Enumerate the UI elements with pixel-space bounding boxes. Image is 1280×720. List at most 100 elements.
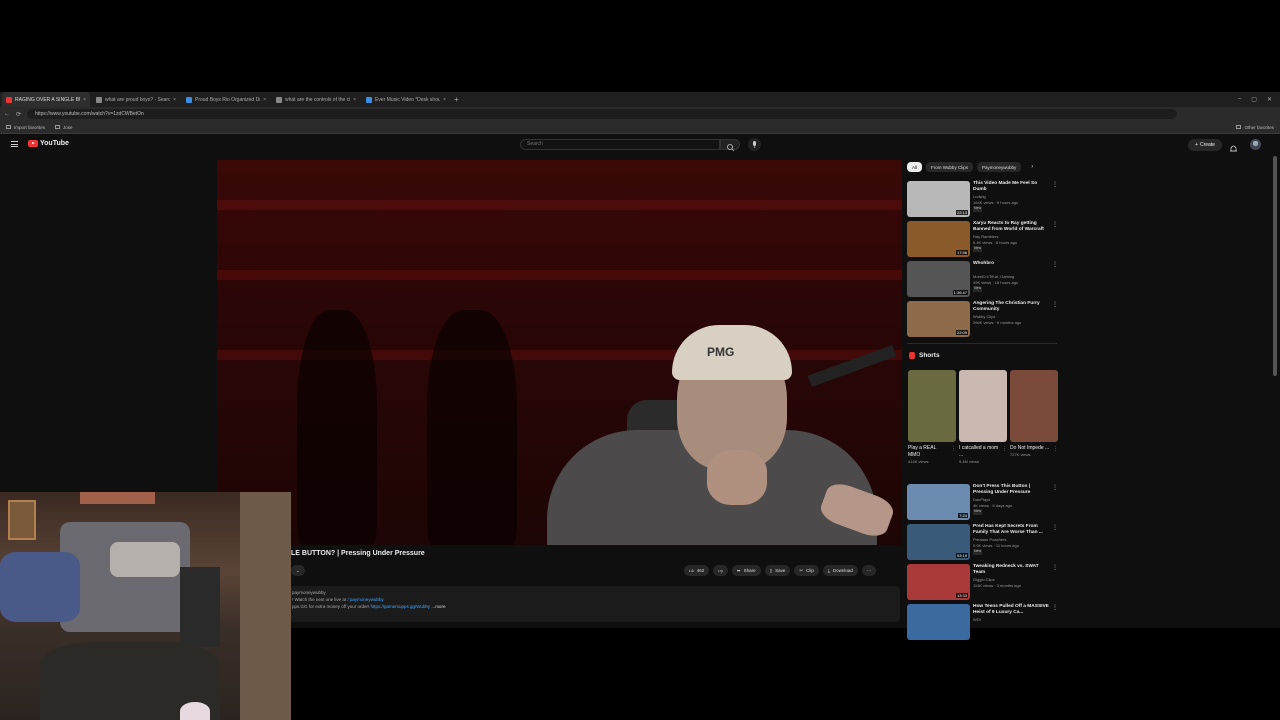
more-options-icon[interactable]: ⋮ — [1052, 604, 1058, 611]
close-tab-icon[interactable]: × — [263, 97, 266, 103]
recommended-video[interactable]: 17:56 Xaryu Reacts to Ray getting Banned … — [907, 221, 1059, 257]
search-button[interactable] — [720, 139, 740, 152]
recommended-video[interactable]: How Teens Pulled Off a MASSIVE Heist of … — [907, 604, 1059, 640]
short-video[interactable]: Do Not Impede ... 727K views ⋮ — [1010, 370, 1058, 457]
sponsor-link[interactable]: https://gamersupps.gg/Wubby — [370, 604, 430, 609]
video-thumbnail[interactable]: 22:09 — [907, 301, 970, 337]
recommended-title[interactable]: Xaryu Reacts to Ray getting Banned from … — [973, 221, 1051, 233]
video-description[interactable]: paymoneywubby ! Watch the next one live … — [290, 586, 900, 622]
video-thumbnail[interactable]: 22:13 — [907, 181, 970, 217]
video-thumbnail[interactable]: 53:19 — [907, 524, 970, 560]
more-options-icon[interactable]: ⋮ — [1052, 301, 1058, 308]
chevron-right-icon[interactable]: › — [1031, 164, 1033, 170]
url-field[interactable]: https://www.youtube.com/watch?v=1zdCWBet… — [27, 109, 1178, 119]
browser-tab[interactable]: what are the controls of the circu × — [272, 92, 360, 107]
short-title[interactable]: Do Not Impede ... — [1010, 445, 1050, 452]
browser-tab[interactable]: what are proud boys? - Search × — [92, 92, 180, 107]
maximize-icon[interactable]: ▢ — [1251, 96, 1257, 103]
notifications-bell-icon[interactable] — [1229, 140, 1238, 152]
save-button[interactable]: ▯ Save — [764, 565, 791, 576]
video-thumbnail[interactable]: 1:36:47 — [907, 261, 970, 297]
menu-icon[interactable] — [11, 141, 18, 147]
chip-all[interactable]: All — [907, 162, 923, 172]
short-video[interactable]: I catcalled a mom ... 9.4M views ⋮ — [959, 370, 1007, 464]
short-title[interactable]: Play a REAL MMO — [908, 445, 948, 459]
more-options-icon[interactable]: ⋮ — [1052, 484, 1058, 491]
short-views: 727K views — [1010, 452, 1031, 457]
bookmark-import-favorites[interactable]: Import favorites — [6, 125, 45, 130]
like-button[interactable]: 👍︎ 462 — [684, 565, 710, 576]
youtube-header: YouTube Search + Create — [0, 134, 1280, 156]
recommended-video[interactable]: 22:09 Angering The Christian Furry Commun… — [907, 301, 1059, 337]
close-icon[interactable]: ✕ — [1267, 96, 1272, 103]
channel-name[interactable]: MoistCr1TiKaL Gaming — [973, 274, 1018, 280]
recommended-video[interactable]: 1:36:47 Whohbro MoistCr1TiKaL Gaming 49K vi… — [907, 261, 1059, 297]
recommended-video[interactable]: 7:24 Don't Press This Button | Pressing U… — [907, 484, 1059, 520]
share-icon: ➦ — [736, 567, 741, 573]
recommended-title[interactable]: Angering The Christian Furry Community — [973, 301, 1051, 313]
more-options-icon[interactable]: ⋮ — [1002, 446, 1007, 452]
recommended-video[interactable]: 13:33 Tweaking Redneck vs. SWAT Team Giggl… — [907, 564, 1059, 600]
recommended-title[interactable]: This Video Made Me Feel So Dumb — [973, 181, 1051, 193]
more-options-icon[interactable]: ⋮ — [1052, 221, 1058, 228]
other-favorites[interactable]: Other favorites — [1236, 125, 1274, 130]
chip-paymoneywubby[interactable]: Paymoneywubby — [976, 162, 1022, 172]
close-tab-icon[interactable]: × — [443, 97, 446, 103]
refresh-icon[interactable]: ⟳ — [16, 111, 21, 118]
divider — [907, 343, 1057, 344]
video-thumbnail[interactable] — [907, 604, 970, 640]
bookmark-jose[interactable]: Jose — [55, 125, 73, 130]
show-more-button[interactable]: ...more — [431, 604, 445, 609]
video-duration: 13:33 — [955, 593, 968, 598]
download-button[interactable]: ⤓ Download — [822, 565, 858, 576]
more-options-icon[interactable]: ⋮ — [951, 446, 956, 452]
recommended-title[interactable]: How Teens Pulled Off a MASSIVE Heist of … — [973, 604, 1051, 616]
video-thumbnail[interactable]: 17:56 — [907, 221, 970, 257]
share-button[interactable]: ➦ Share — [731, 565, 761, 576]
video-thumbnail[interactable]: 13:33 — [907, 564, 970, 600]
close-tab-icon[interactable]: × — [173, 97, 176, 103]
more-actions-button[interactable]: ⋯ — [861, 565, 877, 576]
browser-tab[interactable]: Ever Music Video *Desk should fun× — [362, 92, 450, 107]
recommended-video[interactable]: 22:13 This Video Made Me Feel So Dumb Ludw… — [907, 181, 1059, 217]
recommended-title[interactable]: Whohbro — [973, 261, 1051, 267]
close-tab-icon[interactable]: × — [353, 97, 356, 103]
recommended-title[interactable]: Tweaking Redneck vs. SWAT Team — [973, 564, 1051, 576]
more-options-icon[interactable]: ⋮ — [1052, 564, 1058, 571]
back-icon[interactable]: ← — [4, 111, 10, 117]
video-player[interactable]: PMG — [217, 160, 902, 545]
recommended-video[interactable]: 53:19 Pred Has Kept Secrets From Family T… — [907, 524, 1059, 560]
account-avatar[interactable] — [1250, 139, 1261, 150]
video-title: LE BUTTON? | Pressing Under Pressure — [291, 550, 425, 557]
search-input[interactable]: Search — [520, 139, 720, 150]
recommended-title[interactable]: Don't Press This Button | Pressing Under… — [973, 484, 1051, 496]
short-thumbnail[interactable] — [1010, 370, 1058, 442]
new-tab-button[interactable]: + — [454, 95, 459, 104]
browser-tab[interactable]: RAGING OVER A SINGLE BUTTON? | Pressing … — [2, 92, 90, 107]
filter-chips: All From Wubby Clips Paymoneywubby › — [907, 162, 1033, 172]
chip-from-wubby-clips[interactable]: From Wubby Clips — [926, 162, 973, 172]
short-title[interactable]: I catcalled a mom ... — [959, 445, 999, 459]
more-options-icon[interactable]: ⋮ — [1052, 261, 1058, 268]
create-button[interactable]: + Create — [1188, 139, 1222, 151]
more-options-icon[interactable]: ⋮ — [1052, 524, 1058, 531]
video-thumbnail[interactable]: 7:24 — [907, 484, 970, 520]
clip-button[interactable]: ✂ Clip — [794, 565, 819, 576]
page-scrollbar[interactable] — [1273, 156, 1277, 376]
youtube-logo[interactable]: YouTube — [28, 140, 69, 147]
more-options-icon[interactable]: ⋮ — [1053, 446, 1058, 452]
short-thumbnail[interactable] — [908, 370, 956, 442]
close-tab-icon[interactable]: × — [83, 97, 86, 103]
short-video[interactable]: Play a REAL MMO 414K views ⋮ — [908, 370, 956, 464]
channel-link[interactable]: / paymoneywubby — [347, 597, 383, 602]
dislike-button[interactable]: 👎︎ — [713, 565, 728, 576]
minimize-icon[interactable]: – — [1238, 96, 1241, 103]
short-thumbnail[interactable] — [959, 370, 1007, 442]
channel-name[interactable]: WDI — [973, 617, 981, 623]
recommended-title[interactable]: Pred Has Kept Secrets From Family That A… — [973, 524, 1051, 536]
subscribe-dropdown[interactable]: ⌄ — [291, 565, 305, 576]
browser-tab[interactable]: Proud Boys Rio Organized Drug Cartel× — [182, 92, 270, 107]
voice-search-button[interactable] — [748, 138, 761, 151]
more-options-icon[interactable]: ⋮ — [1052, 181, 1058, 188]
description-line: ! Watch the next one live at / paymoneyw… — [292, 597, 384, 602]
